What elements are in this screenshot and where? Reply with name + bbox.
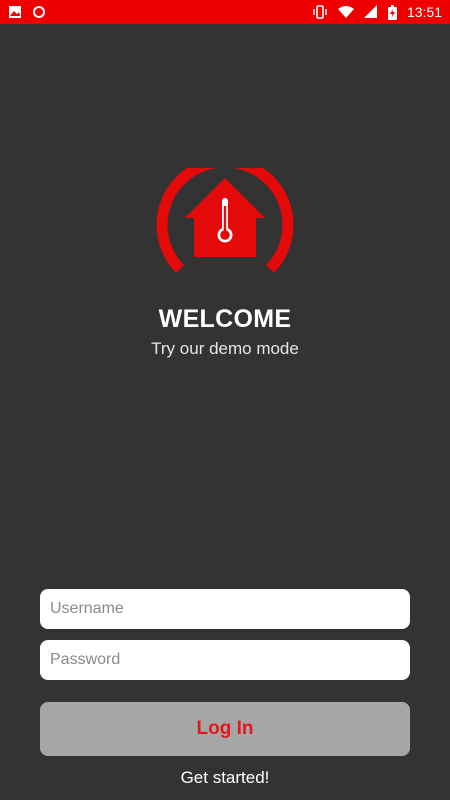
welcome-title: WELCOME [158,305,292,333]
vibrate-icon [312,5,328,19]
demo-mode-subtitle[interactable]: Try our demo mode [0,339,450,359]
wifi-icon [337,5,354,19]
battery-charging-icon [387,4,397,20]
login-button[interactable]: Log In [40,702,410,756]
record-icon [32,5,46,19]
get-started-link[interactable]: Get started! [0,768,450,788]
status-bar: 13:51 [0,0,450,24]
home-thermometer-icon [150,156,300,280]
password-field[interactable] [40,640,410,680]
status-time: 13:51 [406,4,442,20]
signal-icon [363,5,378,19]
image-icon [8,5,22,19]
username-field[interactable] [40,589,410,629]
